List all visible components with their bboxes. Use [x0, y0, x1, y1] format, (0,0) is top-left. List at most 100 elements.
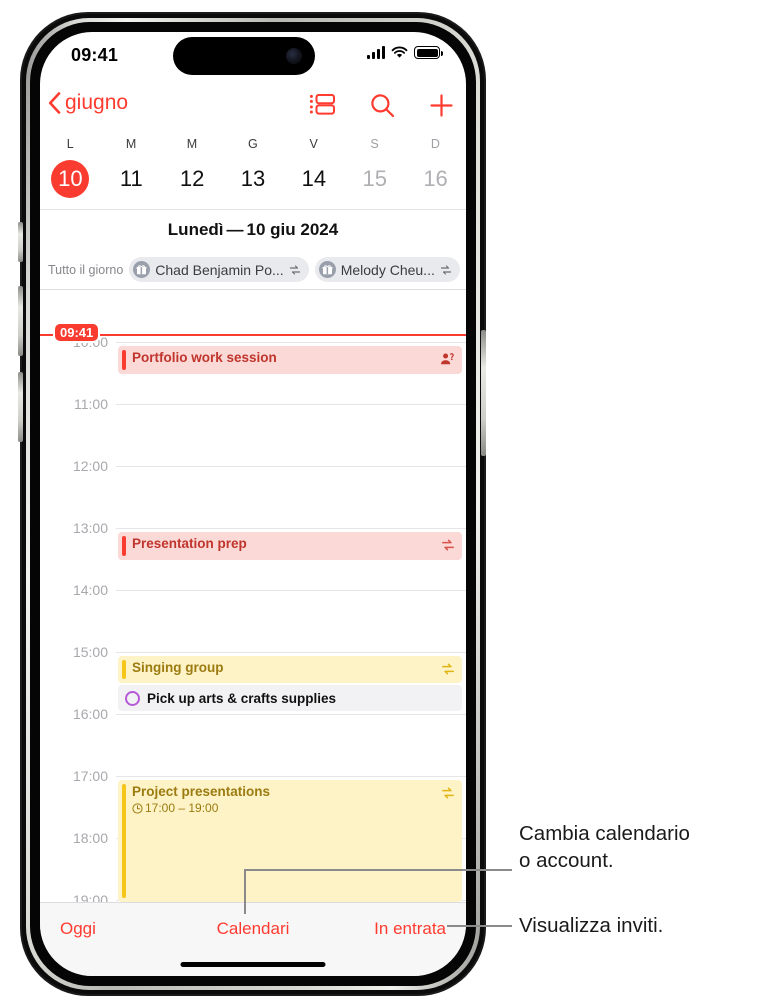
- current-time-label: 09:41: [55, 324, 99, 341]
- wifi-icon: [391, 46, 408, 58]
- event-presentation-prep[interactable]: Presentation prep: [118, 532, 462, 560]
- week-dow-label: G: [247, 137, 258, 151]
- event-portfolio-work-session[interactable]: Portfolio work session: [118, 346, 462, 374]
- back-button-label: giugno: [65, 91, 129, 114]
- hour-row-10: 10:00: [40, 334, 466, 350]
- week-day-6[interactable]: D 16: [405, 132, 466, 209]
- repeat-icon: [289, 264, 300, 275]
- week-dow-label: S: [370, 137, 380, 151]
- current-time-indicator: 09:41: [40, 324, 466, 341]
- week-date-number: 10: [51, 160, 90, 198]
- day-header-date: 10 giu 2024: [246, 220, 339, 239]
- event-singing-group[interactable]: Singing group: [118, 656, 462, 683]
- event-time-text: 17:00 – 19:00: [145, 801, 219, 815]
- week-date-number: 16: [423, 166, 448, 191]
- event-project-presentations[interactable]: Project presentations 17:00 – 19:00: [118, 780, 462, 902]
- all-day-row: Tutto il giorno Chad Benjamin Po... Melo…: [40, 250, 466, 290]
- event-color-bar: [122, 784, 126, 898]
- hour-row-12: 12:00: [40, 458, 466, 474]
- week-date-number: 14: [301, 166, 327, 191]
- screenshot-root: 09:41 giugno L 10 M 11 M 12 G 13 V 14 S …: [0, 0, 769, 1008]
- week-day-0[interactable]: L 10: [40, 132, 101, 209]
- bottom-tab-bar: Oggi Calendari In entrata: [40, 902, 466, 976]
- day-header-weekday: Lunedì: [167, 220, 224, 239]
- hour-row-14: 14:00: [40, 582, 466, 598]
- day-timeline[interactable]: 10:00 11:00 12:00 13:00 14:00 15:00 16:0…: [40, 290, 466, 902]
- callout-view-invitations: Visualizza inviti.: [519, 912, 769, 939]
- callout-line-1: Visualizza inviti.: [519, 914, 664, 937]
- callout-line-1: Cambia calendario: [519, 822, 690, 845]
- person-question-icon: [441, 353, 454, 365]
- front-camera-icon: [286, 48, 302, 64]
- week-dow-label: D: [430, 137, 441, 151]
- status-bar-indicators: [367, 46, 443, 59]
- all-day-chip-1[interactable]: Melody Cheu...: [314, 257, 460, 282]
- event-time-range: 17:00 – 19:00: [132, 801, 218, 815]
- clock-icon: [132, 802, 143, 814]
- power-button[interactable]: [481, 330, 486, 456]
- hour-label: 16:00: [72, 706, 108, 722]
- hour-row-16: 16:00: [40, 706, 466, 722]
- week-day-2[interactable]: M 12: [162, 132, 223, 209]
- hour-row-15: 15:00: [40, 644, 466, 660]
- cellular-bars-icon: [367, 46, 385, 59]
- event-color-bar: [122, 660, 126, 679]
- week-day-3[interactable]: G 13: [223, 132, 284, 209]
- tab-calendars[interactable]: Calendari: [217, 919, 290, 939]
- battery-icon: [414, 46, 443, 59]
- all-day-label: Tutto il giorno: [48, 262, 124, 277]
- callout-leader-inbox: [447, 925, 512, 927]
- event-title: Presentation prep: [132, 536, 247, 551]
- status-bar-time: 09:41: [71, 45, 119, 65]
- event-title: Portfolio work session: [132, 350, 277, 365]
- repeat-icon: [441, 787, 455, 799]
- week-day-5[interactable]: S 15: [344, 132, 405, 209]
- week-date-number: 13: [240, 166, 266, 191]
- phone-screen: 09:41 giugno L 10 M 11 M 12 G 13 V 14 S …: [40, 32, 466, 976]
- day-header-separator: —: [226, 220, 244, 239]
- volume-up-button[interactable]: [18, 286, 23, 356]
- plus-icon[interactable]: [429, 93, 454, 118]
- day-header: Lunedì — 10 giu 2024: [40, 210, 466, 250]
- week-strip: L 10 M 11 M 12 G 13 V 14 S 15 D 16: [40, 132, 466, 210]
- gift-icon: [133, 261, 151, 278]
- week-day-4[interactable]: V 14: [283, 132, 344, 209]
- hour-label: 12:00: [72, 458, 108, 474]
- week-dow-label: M: [186, 137, 198, 151]
- week-day-1[interactable]: M 11: [101, 132, 162, 209]
- callout-leader-vertical-calendars: [244, 869, 246, 914]
- hour-label: 15:00: [72, 644, 108, 660]
- repeat-icon: [440, 264, 451, 275]
- reminder-pick-up-supplies[interactable]: Pick up arts & crafts supplies: [118, 685, 462, 711]
- event-color-bar: [122, 536, 126, 556]
- all-day-chip-0[interactable]: Chad Benjamin Po...: [129, 257, 309, 282]
- reminder-title: Pick up arts & crafts supplies: [147, 690, 337, 706]
- hour-label: 11:00: [74, 396, 108, 412]
- repeat-icon: [441, 663, 455, 675]
- week-dow-label: L: [66, 137, 75, 151]
- hour-label: 14:00: [72, 582, 108, 598]
- volume-down-button[interactable]: [18, 372, 23, 442]
- search-icon[interactable]: [370, 93, 395, 118]
- ring-switch[interactable]: [18, 222, 23, 262]
- list-view-icon[interactable]: [309, 92, 336, 118]
- circle-checkbox-icon[interactable]: [125, 690, 140, 706]
- hour-label: 17:00: [72, 768, 108, 784]
- tab-today[interactable]: Oggi: [60, 919, 96, 939]
- event-title: Project presentations: [132, 784, 271, 799]
- all-day-chip-title: Chad Benjamin Po...: [155, 261, 284, 278]
- hour-row-17: 17:00: [40, 768, 466, 784]
- event-color-bar: [122, 350, 126, 370]
- hour-label: 13:00: [72, 520, 108, 536]
- navigation-bar: giugno: [40, 84, 466, 134]
- week-date-number: 11: [119, 166, 143, 191]
- week-dow-label: M: [125, 137, 137, 151]
- home-indicator[interactable]: [180, 962, 326, 967]
- back-button[interactable]: giugno: [48, 91, 128, 115]
- nav-actions: [309, 92, 454, 118]
- status-bar: 09:41: [40, 32, 466, 84]
- week-date-number: 12: [179, 166, 205, 191]
- gift-icon: [318, 261, 336, 278]
- hour-row-13: 13:00: [40, 520, 466, 536]
- tab-inbox[interactable]: In entrata: [374, 919, 446, 939]
